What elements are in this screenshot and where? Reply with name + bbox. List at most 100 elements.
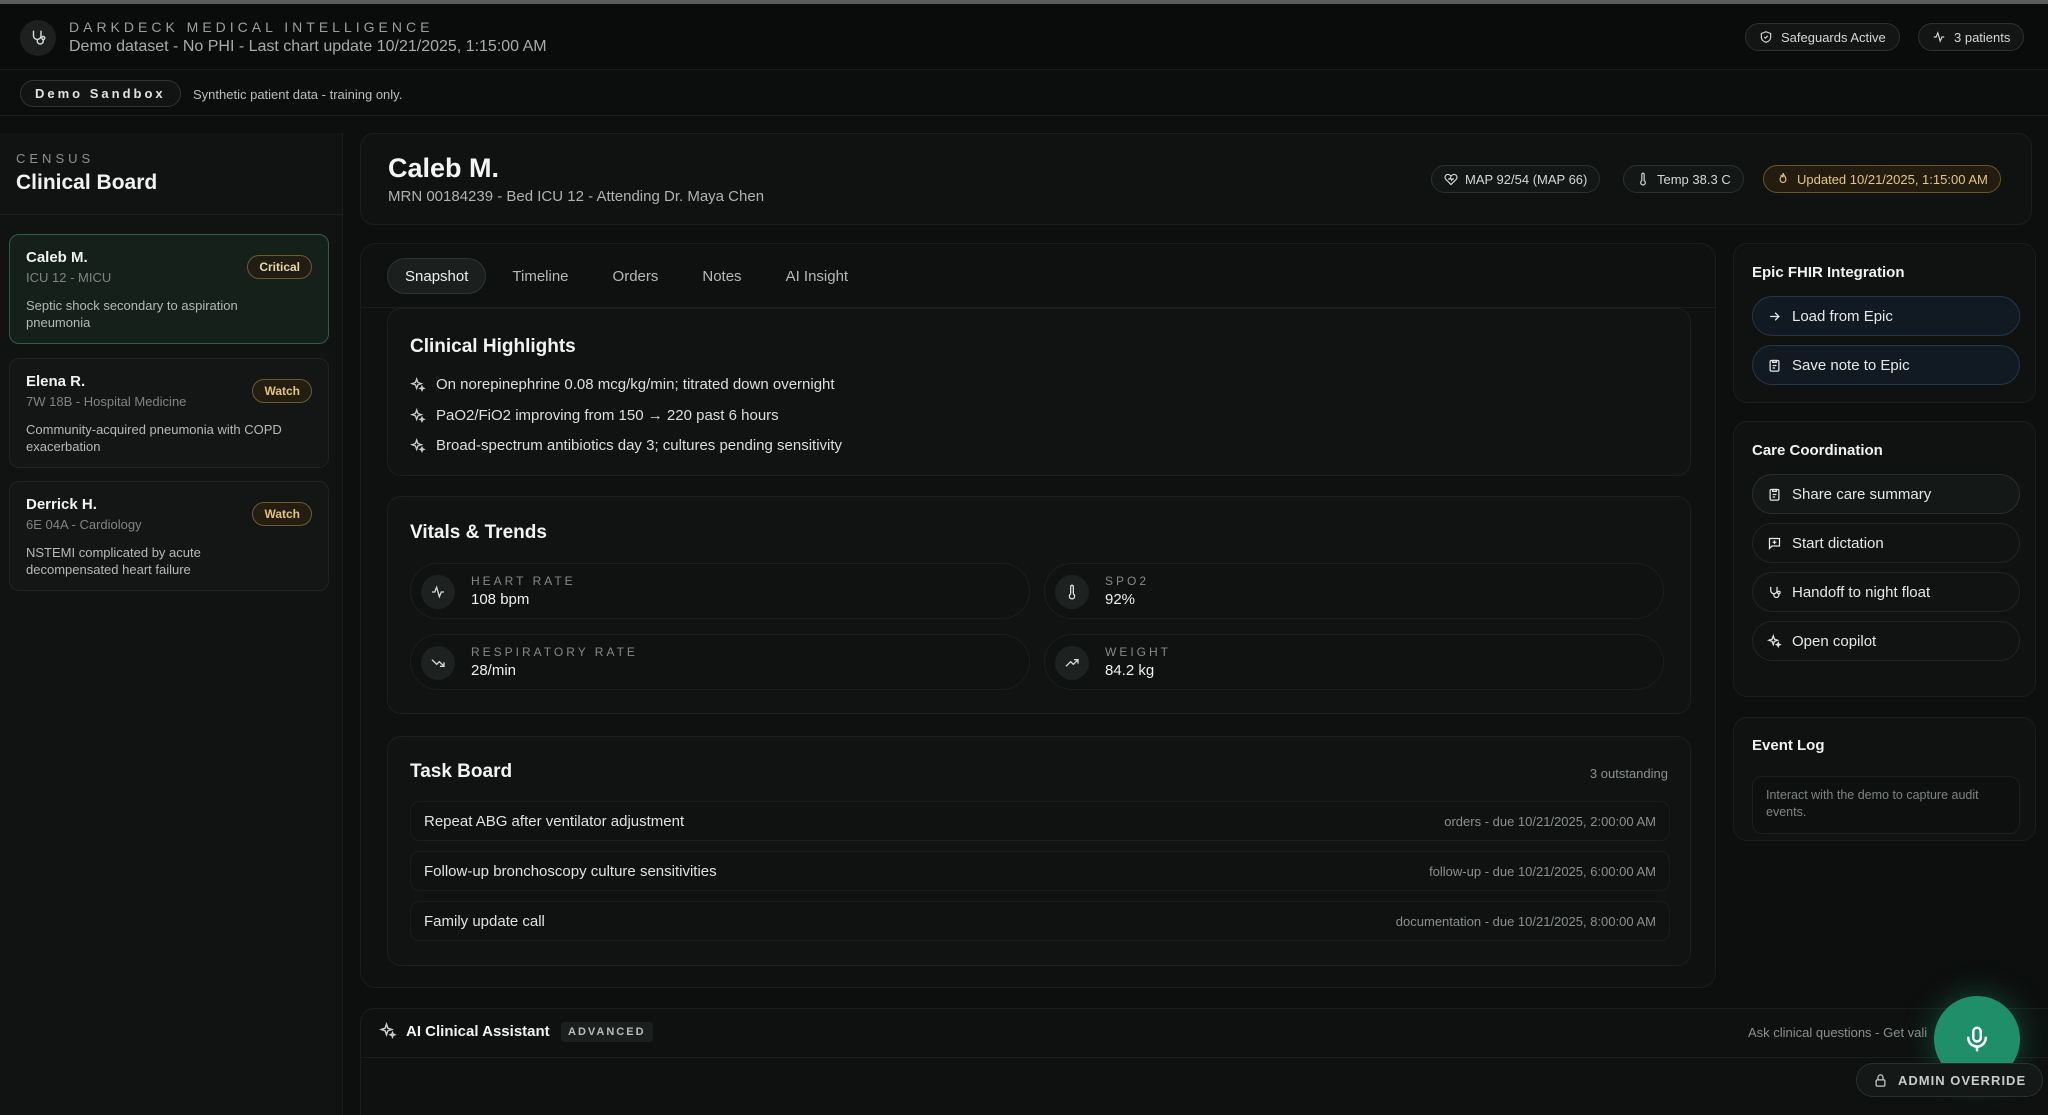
vital-weight: WEIGHT 84.2 kg (1044, 634, 1664, 690)
vital-label: HEART RATE (471, 574, 576, 588)
admin-override-label: ADMIN OVERRIDE (1898, 1072, 2027, 1088)
patient-card-elena[interactable]: Elena R. 7W 18B - Hospital Medicine Comm… (9, 358, 329, 468)
census-label: CENSUS (16, 151, 95, 166)
vital-value: 28/min (471, 662, 517, 679)
vitals-title: Vitals & Trends (410, 522, 547, 543)
task-meta: orders - due 10/21/2025, 2:00:00 AM (1444, 814, 1656, 829)
status-badge: Watch (252, 379, 312, 403)
task-meta: documentation - due 10/21/2025, 8:00:00 … (1395, 914, 1656, 929)
dataset-subtitle: Demo dataset - No PHI - Last chart updat… (69, 38, 547, 55)
tab-bar: Snapshot Timeline Orders Notes AI Insigh… (387, 258, 866, 294)
safeguards-pill[interactable]: Safeguards Active (1745, 23, 1900, 51)
patients-count-pill[interactable]: 3 patients (1918, 23, 2025, 51)
app-header: DARKDECK MEDICAL INTELLIGENCE Demo datas… (0, 4, 2048, 70)
heart-pulse-icon (1444, 172, 1458, 186)
activity-icon (421, 575, 455, 609)
census-title: Clinical Board (16, 171, 158, 194)
assistant-hint: Ask clinical questions - Get vali (1748, 1025, 1928, 1040)
task-count: 3 outstanding (1589, 766, 1668, 781)
shield-icon (1759, 30, 1773, 44)
updated-value: Updated 10/21/2025, 1:15:00 AM (1797, 171, 1988, 187)
task-row[interactable]: Family update call documentation - due 1… (410, 901, 1670, 941)
event-log-note: Interact with the demo to capture audit … (1752, 776, 2020, 834)
vital-heart-rate: HEART RATE 108 bpm (410, 563, 1030, 619)
lock-icon (1873, 1073, 1888, 1088)
map-pill: MAP 92/54 (MAP 66) (1431, 165, 1601, 193)
sparkles-icon (410, 407, 426, 424)
sandbox-badge: Demo Sandbox (20, 80, 181, 107)
highlight-item: Broad-spectrum antibiotics day 3; cultur… (410, 437, 842, 454)
care-coordination-panel: Care Coordination Share care summary Sta… (1733, 421, 2036, 697)
open-copilot-label: Open copilot (1792, 632, 1877, 650)
sparkles-icon (379, 1022, 397, 1040)
tab-timeline[interactable]: Timeline (494, 258, 586, 294)
vital-value: 92% (1105, 591, 1136, 608)
updated-pill: Updated 10/21/2025, 1:15:00 AM (1763, 165, 2001, 193)
microphone-icon (1962, 1024, 1992, 1054)
vitals-card: Vitals & Trends HEART RATE 108 bpm SPO2 … (387, 496, 1691, 714)
thermometer-icon (1055, 575, 1089, 609)
highlights-title: Clinical Highlights (410, 336, 576, 357)
task-meta: follow-up - due 10/21/2025, 6:00:00 AM (1429, 864, 1656, 879)
load-from-epic-label: Load from Epic (1792, 307, 1893, 325)
patient-description: Septic shock secondary to aspiration pne… (26, 298, 238, 330)
stethoscope-icon (20, 20, 56, 56)
map-value: MAP 92/54 (MAP 66) (1465, 171, 1588, 187)
admin-override-button[interactable]: ADMIN OVERRIDE (1856, 1063, 2044, 1097)
handoff-label: Handoff to night float (1792, 583, 1931, 601)
save-note-label: Save note to Epic (1792, 356, 1910, 374)
highlight-item: On norepinephrine 0.08 mcg/kg/min; titra… (410, 376, 835, 393)
brand-name: DARKDECK MEDICAL INTELLIGENCE (69, 19, 434, 35)
arrow-right-icon (1767, 309, 1782, 324)
clinical-highlights-card: Clinical Highlights On norepinephrine 0.… (387, 308, 1691, 476)
event-log-panel: Event Log Interact with the demo to capt… (1733, 717, 2036, 841)
vital-label: SPO2 (1105, 574, 1150, 588)
start-dictation-button[interactable]: Start dictation (1752, 523, 2020, 563)
task-title: Repeat ABG after ventilator adjustment (424, 813, 685, 830)
patient-card-caleb[interactable]: Caleb M. ICU 12 - MICU Septic shock seco… (9, 234, 329, 344)
tab-snapshot[interactable]: Snapshot (387, 258, 487, 294)
task-board-card: Task Board 3 outstanding Repeat ABG afte… (387, 736, 1691, 966)
highlight-text: Broad-spectrum antibiotics day 3; cultur… (436, 437, 843, 454)
vital-value: 108 bpm (471, 591, 530, 608)
start-dictation-label: Start dictation (1792, 534, 1884, 552)
patient-main-panel: Snapshot Timeline Orders Notes AI Insigh… (360, 243, 1716, 988)
advanced-badge: ADVANCED (561, 1022, 653, 1042)
patient-header: Caleb M. MRN 00184239 - Bed ICU 12 - Att… (360, 133, 2032, 225)
share-care-summary-label: Share care summary (1792, 485, 1932, 503)
trend-up-icon (1055, 646, 1089, 680)
assistant-title: AI Clinical Assistant (406, 1023, 550, 1040)
epic-fhir-panel: Epic FHIR Integration Load from Epic Sav… (1733, 243, 2036, 403)
trend-down-icon (421, 646, 455, 680)
care-title: Care Coordination (1752, 442, 1883, 459)
tab-ai-insight[interactable]: AI Insight (768, 258, 867, 294)
open-copilot-button[interactable]: Open copilot (1752, 621, 2020, 661)
tab-notes[interactable]: Notes (684, 258, 759, 294)
task-row[interactable]: Follow-up bronchoscopy culture sensitivi… (410, 851, 1670, 891)
task-title: Family update call (424, 913, 545, 930)
share-care-summary-button[interactable]: Share care summary (1752, 474, 2020, 514)
patient-description: NSTEMI complicated by acute decompensate… (26, 545, 201, 577)
save-note-to-epic-button[interactable]: Save note to Epic (1752, 345, 2020, 385)
activity-icon (1932, 30, 1946, 44)
load-from-epic-button[interactable]: Load from Epic (1752, 296, 2020, 336)
patient-card-derrick[interactable]: Derrick H. 6E 04A - Cardiology NSTEMI co… (9, 481, 329, 591)
sandbox-banner: Demo Sandbox Synthetic patient data - tr… (0, 70, 2048, 116)
sparkles-icon (1767, 633, 1782, 649)
task-title: Follow-up bronchoscopy culture sensitivi… (424, 863, 717, 880)
divider (0, 214, 343, 215)
highlight-text: On norepinephrine 0.08 mcg/kg/min; titra… (436, 376, 835, 393)
task-row[interactable]: Repeat ABG after ventilator adjustment o… (410, 801, 1670, 841)
clipboard-icon (1767, 487, 1782, 502)
vital-value: 84.2 kg (1105, 662, 1155, 679)
tab-orders[interactable]: Orders (595, 258, 677, 294)
sparkles-icon (410, 376, 426, 393)
patients-count-label: 3 patients (1954, 29, 2011, 45)
handoff-night-float-button[interactable]: Handoff to night float (1752, 572, 2020, 612)
stethoscope-icon (1767, 585, 1782, 600)
clipboard-icon (1767, 358, 1782, 373)
highlight-text: PaO2/FiO2 improving from 150 → 220 past … (436, 407, 779, 424)
highlight-item: PaO2/FiO2 improving from 150 → 220 past … (410, 407, 779, 424)
event-log-title: Event Log (1752, 737, 1825, 754)
task-board-title: Task Board (410, 761, 513, 782)
